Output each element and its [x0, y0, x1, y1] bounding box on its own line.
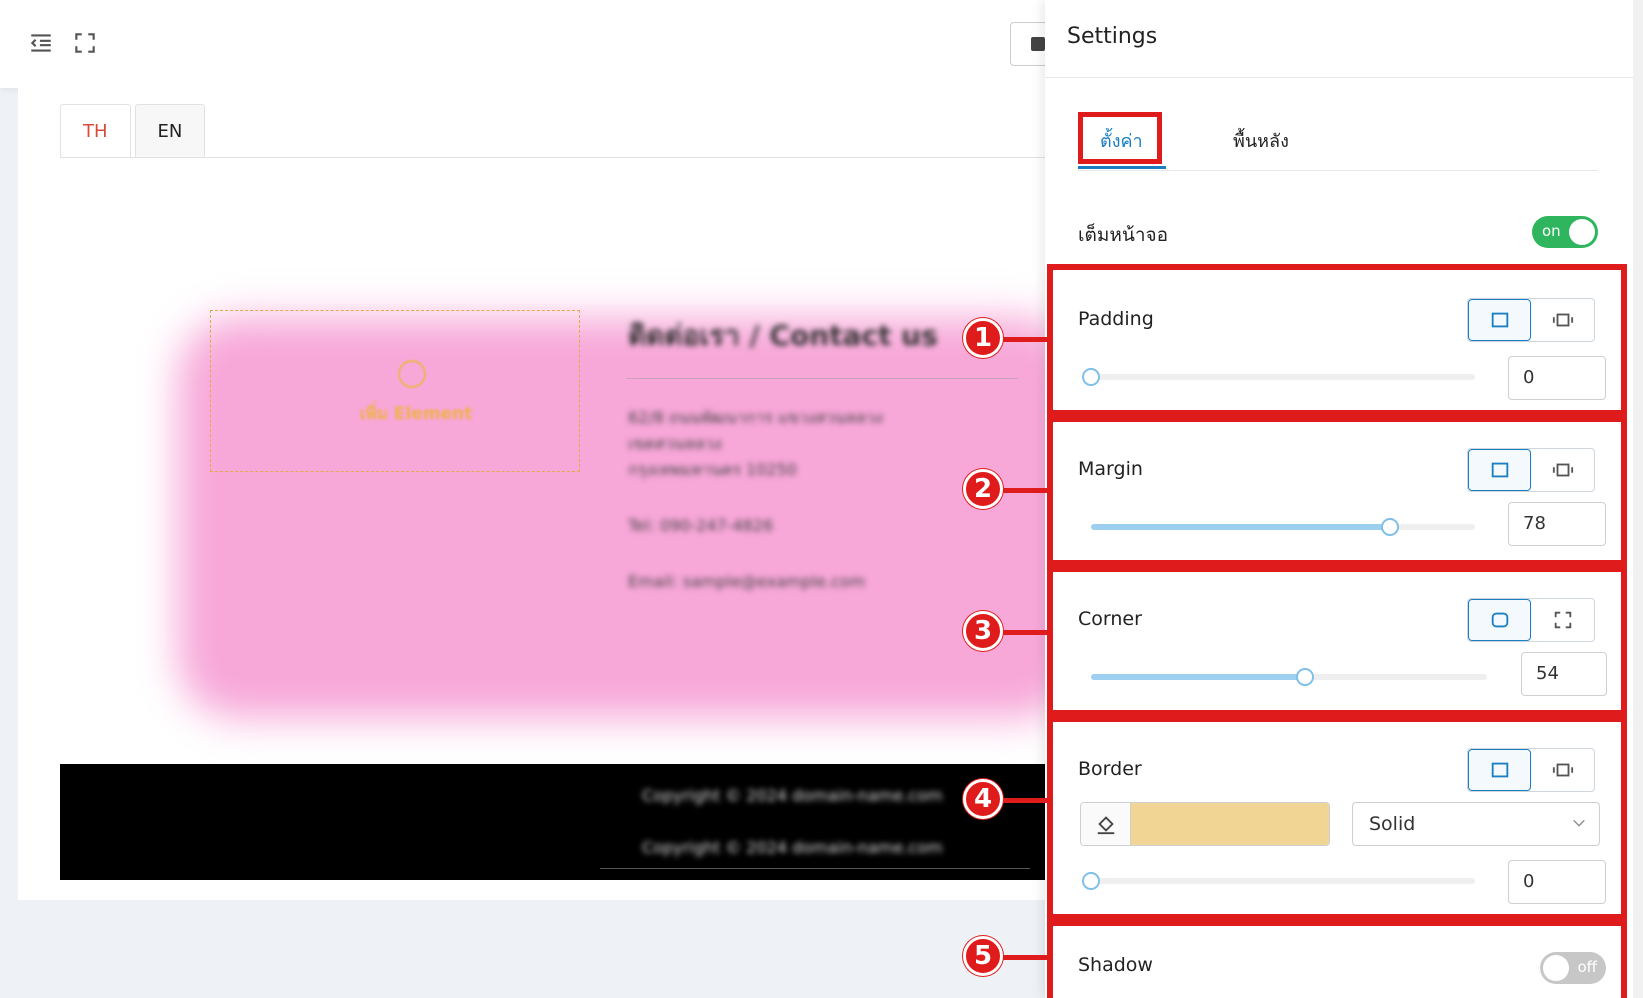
- marker-connector: [1000, 955, 1050, 960]
- fullscreen-icon[interactable]: [72, 30, 98, 56]
- shadow-label: Shadow: [1078, 954, 1153, 976]
- toggle-knob: [1569, 219, 1595, 245]
- border-width-input[interactable]: 0: [1508, 860, 1606, 904]
- slider-knob[interactable]: [1082, 368, 1100, 386]
- shadow-toggle[interactable]: off: [1540, 952, 1606, 984]
- text-icon: [1031, 37, 1045, 51]
- page-canvas: TH EN เพิ่ม Element ติดต่อเรา / Contact …: [18, 88, 1078, 900]
- shadow-section: Shadow off: [1047, 920, 1627, 998]
- step-marker-3: 3: [963, 611, 1003, 651]
- footer-copyright: Copyright © 2024 domain-name.com: [642, 838, 943, 857]
- language-tabs: TH EN: [60, 104, 209, 158]
- margin-mode-toggle: [1467, 448, 1595, 492]
- border-section: Border Solid 0: [1047, 716, 1627, 920]
- marker-connector: [1000, 337, 1050, 342]
- corner-value-input[interactable]: 54: [1521, 652, 1607, 696]
- step-marker-2: 2: [963, 469, 1003, 509]
- corner-label: Corner: [1078, 608, 1142, 630]
- tab-lang-en[interactable]: EN: [134, 104, 206, 158]
- margin-slider[interactable]: [1091, 518, 1475, 536]
- contact-address-line: 62/8 ถนนพัฒนาการ แขวงสวนหลวง: [628, 408, 883, 427]
- contact-title: ติดต่อเรา / Contact us: [628, 319, 938, 352]
- sides-icon: [1552, 763, 1573, 777]
- border-color-swatch[interactable]: [1131, 803, 1329, 845]
- add-element-dropzone[interactable]: [210, 310, 580, 472]
- active-tab-indicator: [1078, 166, 1166, 169]
- square-icon: [1491, 762, 1508, 778]
- border-all-button[interactable]: [1468, 749, 1532, 791]
- corners-icon: [1554, 611, 1571, 629]
- settings-title: Settings: [1067, 24, 1158, 49]
- contact-address-line: เขตสวนหลวง: [628, 434, 722, 453]
- settings-header: Settings: [1045, 0, 1633, 78]
- tabs-divider: [1078, 170, 1598, 171]
- corner-all-button[interactable]: [1468, 599, 1532, 641]
- padding-label: Padding: [1078, 308, 1154, 330]
- rounded-square-icon: [1491, 612, 1508, 628]
- footer-block: Copyright © 2024 domain-name.com Copyrig…: [60, 764, 1068, 880]
- border-color-picker[interactable]: [1080, 802, 1330, 846]
- tab-background[interactable]: พื้นหลัง: [1233, 126, 1289, 155]
- chevron-down-icon: [1573, 819, 1585, 827]
- contact-email: Email: sample@example.com: [628, 572, 866, 591]
- square-icon: [1491, 462, 1508, 478]
- margin-section: Margin 78: [1047, 416, 1627, 566]
- step-marker-5: 5: [963, 936, 1003, 976]
- slider-knob[interactable]: [1296, 668, 1314, 686]
- fullscreen-toggle[interactable]: on: [1532, 216, 1598, 248]
- padding-slider[interactable]: [1082, 368, 1475, 386]
- contact-divider: [626, 378, 1018, 379]
- border-style-value: Solid: [1369, 813, 1416, 835]
- marker-connector: [1000, 488, 1050, 493]
- toggle-state: on: [1542, 222, 1561, 240]
- step-marker-4: 4: [963, 779, 1003, 819]
- slider-fill: [1091, 674, 1305, 680]
- slider-knob[interactable]: [1381, 518, 1399, 536]
- margin-label: Margin: [1078, 458, 1143, 480]
- fullscreen-label: เต็มหน้าจอ: [1078, 224, 1169, 246]
- margin-sides-button[interactable]: [1531, 449, 1594, 491]
- sides-icon: [1552, 313, 1573, 327]
- sides-icon: [1552, 463, 1573, 477]
- settings-panel: Settings ตั้งค่า พื้นหลัง เต็มหน้าจอ on …: [1045, 0, 1633, 998]
- toggle-knob: [1543, 955, 1569, 981]
- panel-scrollbar[interactable]: [1633, 0, 1643, 998]
- paint-bucket-icon[interactable]: [1081, 803, 1131, 845]
- toggle-state: off: [1577, 958, 1597, 976]
- padding-mode-toggle: [1467, 298, 1595, 342]
- marker-connector: [1000, 630, 1050, 635]
- margin-value-input[interactable]: 78: [1508, 502, 1606, 546]
- corner-section: Corner 54: [1047, 566, 1627, 716]
- padding-value-input[interactable]: 0: [1508, 356, 1606, 400]
- footer-copyright: Copyright © 2024 domain-name.com: [642, 786, 943, 805]
- tabs-divider: [60, 157, 1060, 158]
- slider-fill: [1091, 524, 1391, 530]
- border-style-select[interactable]: Solid: [1352, 802, 1600, 846]
- square-icon: [1491, 312, 1508, 328]
- border-label: Border: [1078, 758, 1142, 780]
- slider-knob[interactable]: [1082, 872, 1100, 890]
- contact-address-line: กรุงเทพมหานคร 10250: [628, 460, 797, 479]
- margin-all-button[interactable]: [1468, 449, 1532, 491]
- padding-all-button[interactable]: [1468, 299, 1532, 341]
- contact-phone: Tel: 090-247-4826: [628, 516, 774, 535]
- border-width-slider[interactable]: [1082, 872, 1475, 890]
- padding-section: Padding 0: [1047, 264, 1627, 416]
- step-marker-1: 1: [963, 318, 1003, 358]
- footer-divider: [600, 868, 1030, 869]
- corner-each-button[interactable]: [1531, 599, 1594, 641]
- corner-mode-toggle: [1467, 598, 1595, 642]
- corner-slider[interactable]: [1091, 668, 1487, 686]
- add-element-label[interactable]: เพิ่ม Element: [356, 400, 476, 427]
- marker-connector: [1000, 798, 1050, 803]
- tab-highlight-box: [1078, 112, 1162, 164]
- border-sides-button[interactable]: [1531, 749, 1594, 791]
- menu-collapse-icon[interactable]: [28, 30, 54, 56]
- add-circle-icon[interactable]: [398, 360, 426, 388]
- border-mode-toggle: [1467, 748, 1595, 792]
- padding-sides-button[interactable]: [1531, 299, 1594, 341]
- tab-lang-th[interactable]: TH: [60, 104, 131, 158]
